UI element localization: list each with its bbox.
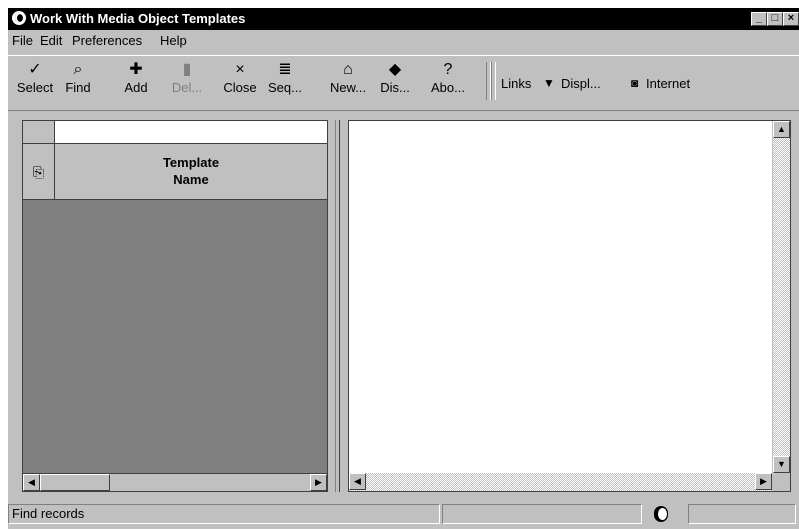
status-panel (442, 504, 642, 524)
add-button[interactable]: ✚ Add (122, 60, 150, 95)
menu-file[interactable]: File (12, 33, 33, 48)
close-window-button[interactable]: × (783, 12, 799, 26)
sequence-button[interactable]: ≣ Seq... (265, 60, 305, 95)
query-by-example-field[interactable] (55, 121, 327, 144)
window-title: Work With Media Object Templates (30, 11, 246, 26)
internet-page-icon: ◙ (631, 76, 639, 90)
maximize-button[interactable]: □ (767, 12, 783, 26)
menu-preferences[interactable]: Preferences (72, 33, 142, 48)
status-message: Find records (8, 504, 440, 524)
checkmark-icon: ✓ (28, 61, 42, 78)
template-grid: ⎘ Template Name ◀ ▶ (22, 120, 328, 492)
menu-help[interactable]: Help (160, 33, 187, 48)
scroll-right-arrow-icon[interactable]: ▶ (755, 473, 772, 490)
close-button[interactable]: × Close (218, 60, 262, 95)
select-button[interactable]: ✓ Select (12, 60, 58, 95)
preview-pane: ▲ ▼ ◀ ▶ (348, 120, 791, 492)
connection-status-icon (654, 506, 668, 522)
column-header-template-name[interactable]: Template Name (55, 144, 327, 200)
status-panel (688, 504, 796, 524)
display-button[interactable]: ◆ Dis... (377, 60, 413, 95)
display-icon: ◆ (388, 61, 402, 78)
main-window: Work With Media Object Templates _ □ × F… (8, 8, 799, 529)
scrollbar-corner (772, 473, 790, 491)
grid-horizontal-scrollbar[interactable]: ◀ ▶ (23, 473, 327, 491)
scroll-up-arrow-icon[interactable]: ▲ (773, 121, 790, 138)
pane-splitter[interactable] (334, 120, 342, 492)
menu-bar: File Edit Preferences Help (8, 30, 799, 51)
close-x-icon: × (235, 61, 245, 78)
minimize-button[interactable]: _ (751, 12, 767, 26)
display-menu[interactable]: Displ... (561, 76, 601, 91)
sequence-icon: ≣ (278, 61, 292, 78)
new-icon: ⌂ (343, 61, 353, 78)
trash-icon: ▮ (182, 61, 192, 78)
scroll-down-arrow-icon[interactable]: ▼ (773, 456, 790, 473)
dropdown-arrow-icon[interactable]: ▼ (543, 76, 555, 90)
delete-button[interactable]: ▮ Del... (171, 60, 203, 95)
toolbar: ✓ Select ⌕ Find ✚ Add ▮ Del... × Close ≣… (8, 55, 799, 111)
scroll-left-arrow-icon[interactable]: ◀ (23, 474, 40, 491)
scroll-right-arrow-icon[interactable]: ▶ (310, 474, 327, 491)
links-menu[interactable]: Links (501, 76, 531, 91)
status-bar: Find records (8, 500, 799, 529)
title-bar: Work With Media Object Templates _ □ × (8, 8, 799, 30)
app-globe-icon[interactable] (12, 11, 26, 25)
new-button[interactable]: ⌂ New... (327, 60, 369, 95)
about-icon: ? (443, 61, 453, 78)
scroll-left-arrow-icon[interactable]: ◀ (349, 473, 366, 490)
find-icon: ⌕ (73, 61, 83, 78)
menu-edit[interactable]: Edit (40, 33, 62, 48)
about-button[interactable]: ? Abo... (428, 60, 468, 95)
grid-corner-cell (23, 121, 55, 144)
toolbar-separator (491, 62, 496, 100)
find-button[interactable]: ⌕ Find (60, 60, 96, 95)
plus-icon: ✚ (129, 61, 143, 78)
scroll-thumb[interactable] (40, 474, 110, 491)
preview-vertical-scrollbar[interactable]: ▲ ▼ (772, 121, 790, 473)
internet-link[interactable]: Internet (646, 76, 690, 91)
preview-horizontal-scrollbar[interactable]: ◀ ▶ (349, 473, 772, 491)
attachment-column-icon[interactable]: ⎘ (23, 144, 55, 200)
